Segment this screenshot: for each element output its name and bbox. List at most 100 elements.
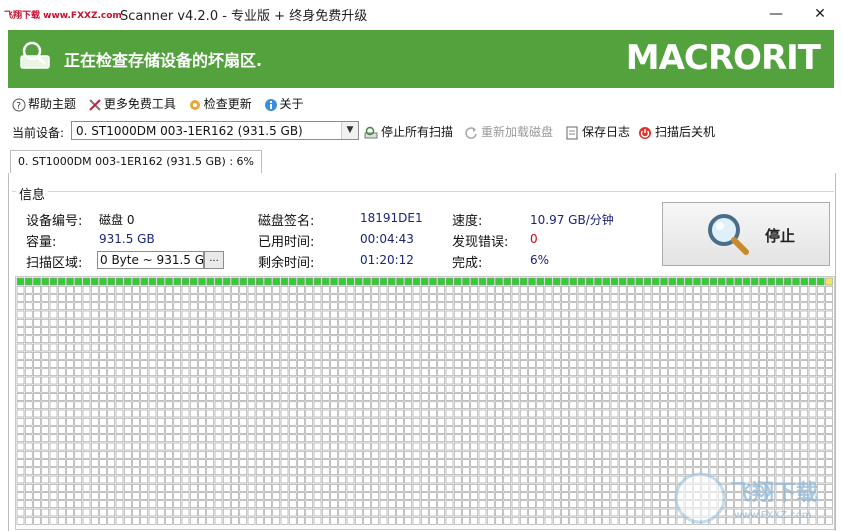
sector-block (445, 483, 454, 492)
scan-range-browse-button[interactable]: ... (204, 251, 224, 269)
sector-block (470, 302, 479, 311)
sector-block (544, 318, 553, 327)
sector-block (346, 285, 355, 294)
sector-block (552, 426, 561, 434)
sector-block (561, 393, 569, 401)
sector-block (800, 450, 809, 459)
sector-block (503, 360, 512, 368)
sector-block (280, 475, 289, 484)
sector-block (214, 417, 223, 426)
sector-block (717, 442, 726, 451)
sector-block (750, 285, 759, 294)
sector-block (57, 401, 66, 410)
sector-block (651, 516, 660, 525)
sector-block (363, 492, 371, 500)
sector-block (420, 467, 429, 476)
sector-block (544, 426, 553, 434)
sector-block (808, 318, 817, 327)
sector-block (767, 434, 776, 443)
sector-block (132, 318, 140, 327)
menu-more-tools[interactable]: 更多免费工具 (88, 95, 176, 112)
tab-device-0[interactable]: 0. ST1000DM 003-1ER162 (931.5 GB) : 6% (10, 150, 262, 173)
sector-block (486, 450, 495, 459)
sector-block (354, 302, 363, 311)
sector-block (99, 285, 107, 294)
sector-block (297, 401, 305, 410)
scan-range-field[interactable]: 0 Byte ~ 931.5 GB (97, 251, 204, 269)
sector-block (726, 343, 734, 352)
sector-block (437, 409, 446, 418)
close-button[interactable]: ✕ (798, 0, 842, 30)
sector-block (412, 492, 421, 500)
sector-block (569, 434, 578, 443)
sector-block (660, 475, 668, 484)
device-select[interactable]: 0. ST1000DM 003-1ER162 (931.5 GB) ▼ (71, 121, 359, 140)
sector-block (255, 450, 264, 459)
sector-block (82, 409, 91, 418)
sector-block (99, 516, 107, 525)
stop-scan-button[interactable]: 停止 (662, 202, 830, 266)
sector-block (404, 327, 413, 335)
sector-block (503, 450, 512, 459)
sector-block (561, 492, 569, 500)
sector-block (618, 327, 627, 335)
stop-all-scans-button[interactable]: 停止所有扫描 (364, 123, 453, 140)
sector-block (280, 442, 289, 451)
sector-block (420, 351, 429, 360)
menu-about[interactable]: 关于 (264, 95, 304, 112)
sector-block (643, 508, 652, 517)
sector-block (511, 426, 520, 434)
sector-block (511, 483, 520, 492)
sector-block (255, 401, 264, 410)
sector-block (57, 508, 66, 517)
sector-block (519, 351, 528, 360)
sector-block (783, 285, 792, 294)
sector-block (33, 285, 41, 294)
sector-block (486, 417, 495, 426)
sector-block (123, 335, 132, 344)
menu-help[interactable]: ? 帮助主题 (12, 95, 76, 112)
sector-block (148, 417, 157, 426)
sector-block (775, 368, 784, 377)
sector-block (49, 302, 58, 311)
sector-block (693, 318, 701, 327)
sector-block (792, 277, 800, 286)
sector-block (618, 277, 627, 286)
sector-block (66, 500, 74, 509)
sector-block (602, 475, 611, 484)
sector-block (618, 384, 627, 393)
sector-block (437, 277, 446, 286)
sector-block (536, 294, 545, 302)
sector-block (643, 500, 652, 509)
sector-block (544, 285, 553, 294)
sector-block (701, 351, 710, 360)
sector-block (577, 302, 586, 311)
sector-block (206, 376, 215, 385)
sector-block (594, 285, 602, 294)
chevron-down-icon[interactable]: ▼ (341, 122, 358, 139)
sector-block (363, 360, 371, 368)
sector-block (445, 335, 454, 344)
sector-block (643, 475, 652, 484)
save-log-button[interactable]: 保存日志 (565, 123, 630, 140)
shutdown-after-scan-button[interactable]: 扫描后关机 (638, 123, 715, 140)
sector-block (132, 343, 140, 352)
minimize-button[interactable]: — (754, 0, 798, 30)
sector-block (74, 516, 83, 525)
sector-block (660, 409, 668, 418)
sector-block (470, 310, 479, 319)
sector-block (24, 393, 33, 401)
sector-block (165, 409, 173, 418)
reload-disks-button[interactable]: 重新加载磁盘 (464, 123, 553, 140)
sector-block (486, 492, 495, 500)
sector-block (24, 368, 33, 377)
sector-block (115, 335, 124, 344)
sector-block (676, 426, 685, 434)
sector-block (412, 285, 421, 294)
capacity-label: 容量: (26, 235, 57, 250)
sector-block (181, 417, 190, 426)
menu-check-update[interactable]: 检查更新 (188, 95, 252, 112)
sector-block (181, 426, 190, 434)
sector-block (396, 508, 404, 517)
sector-block (577, 450, 586, 459)
